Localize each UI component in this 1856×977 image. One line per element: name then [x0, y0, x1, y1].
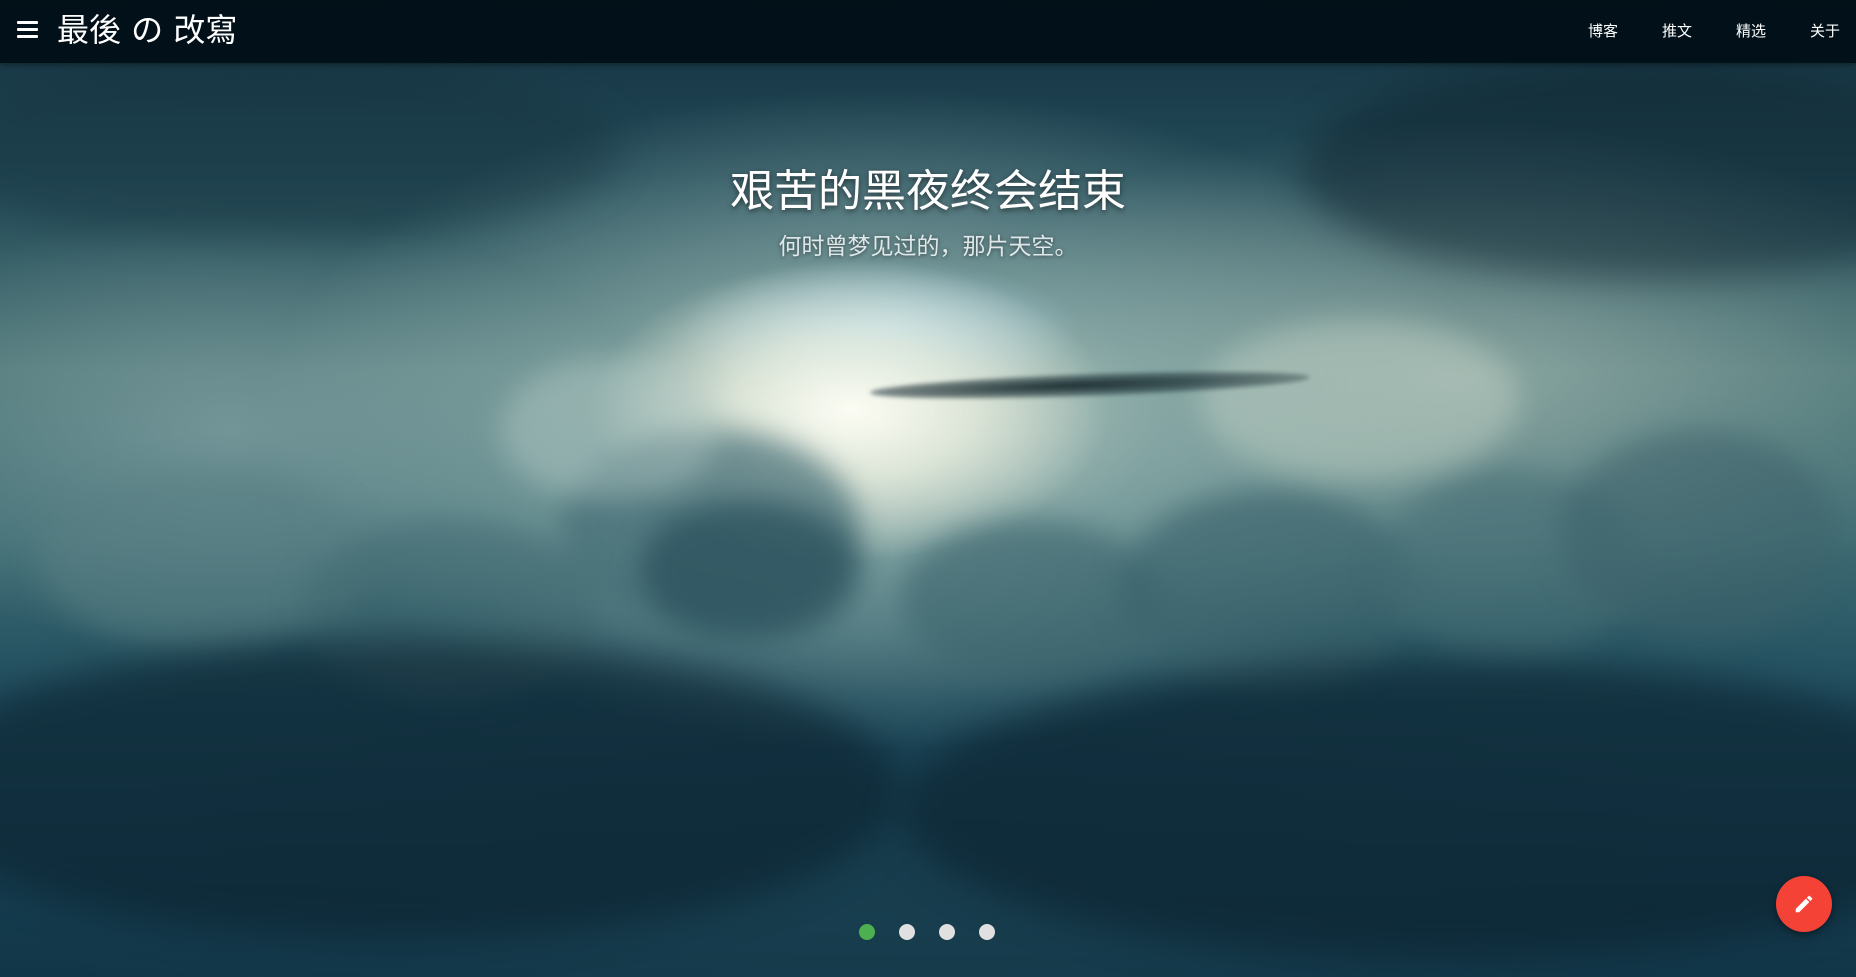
menu-icon[interactable] — [17, 21, 38, 39]
nav-item-featured[interactable]: 精选 — [1706, 0, 1780, 63]
carousel-indicators — [859, 924, 995, 940]
site-title[interactable]: 最後 の 改寫 — [57, 10, 237, 50]
edit-fab-button[interactable] — [1776, 876, 1832, 932]
carousel-indicator-1[interactable] — [859, 924, 875, 940]
nav-item-blog[interactable]: 博客 — [1558, 0, 1632, 63]
carousel-indicator-2[interactable] — [899, 924, 915, 940]
page: 最後 の 改寫 博客 推文 精选 关于 艰苦的黑夜终会结束 何时曾梦见过的，那片… — [0, 0, 1856, 977]
carousel-indicator-4[interactable] — [979, 924, 995, 940]
hero-background-image — [0, 0, 1856, 977]
hero-title: 艰苦的黑夜终会结束 — [730, 166, 1126, 217]
nav-item-about[interactable]: 关于 — [1780, 0, 1856, 63]
main-nav: 博客 推文 精选 关于 — [1558, 0, 1856, 63]
hero-subtitle: 何时曾梦见过的，那片天空。 — [778, 234, 1078, 260]
pencil-icon — [1793, 893, 1815, 915]
nav-item-posts[interactable]: 推文 — [1632, 0, 1706, 63]
carousel-indicator-3[interactable] — [939, 924, 955, 940]
top-navbar: 最後 の 改寫 博客 推文 精选 关于 — [0, 0, 1856, 63]
